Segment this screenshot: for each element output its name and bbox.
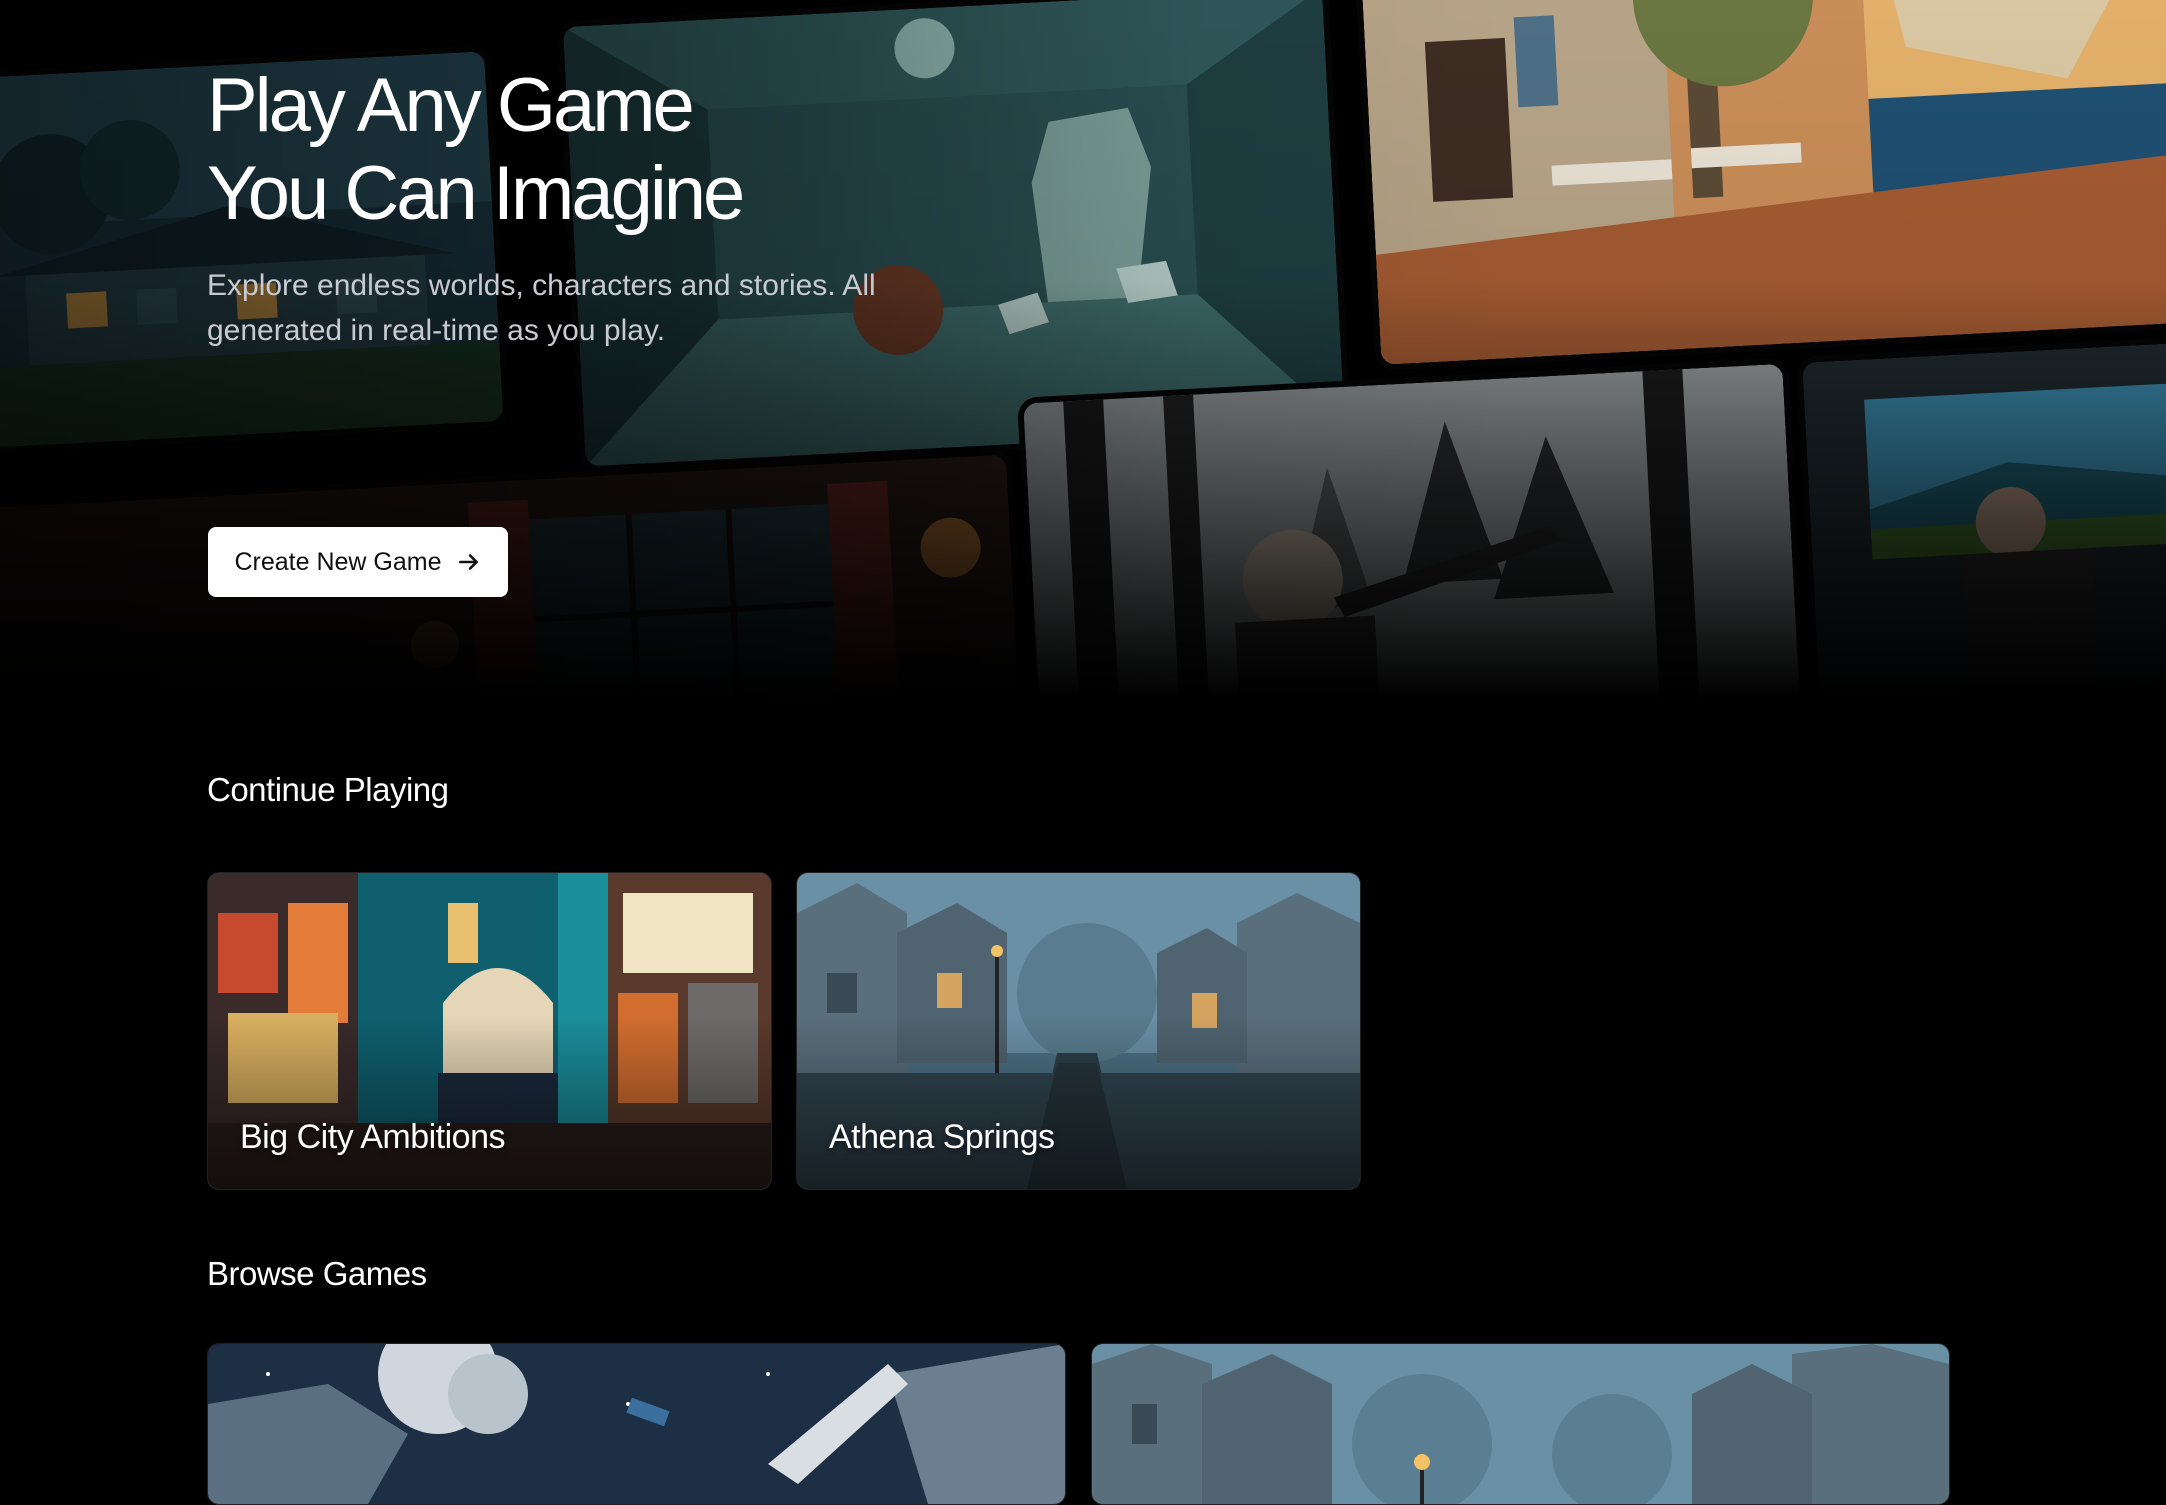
create-new-game-label: Create New Game (234, 547, 442, 576)
hero-art-lake-view (1802, 340, 2166, 700)
hero-section: Play Any Game You Can Imagine Explore en… (0, 0, 2166, 700)
browse-games-heading: Browse Games (207, 1255, 427, 1292)
hero-subtitle: Explore endless worlds, characters and s… (207, 269, 876, 347)
hero-art-forest-hunter (1023, 363, 1800, 700)
game-card-title: Athena Springs (829, 1118, 1055, 1156)
game-card-title: Big City Ambitions (240, 1118, 506, 1156)
space-scene-thumbnail (208, 1344, 1065, 1504)
create-new-game-button[interactable]: Create New Game (208, 527, 508, 597)
hero-title-line-1: Play Any Game (207, 63, 695, 148)
game-card-big-city-ambitions[interactable]: Big City Ambitions (207, 872, 772, 1190)
continue-playing-heading: Continue Playing (207, 771, 449, 808)
browse-card-athena-springs[interactable] (1091, 1343, 1950, 1505)
hero-title: Play Any Game You Can Imagine (207, 62, 1107, 238)
card-shade (208, 1015, 771, 1189)
browse-card-space[interactable] (207, 1343, 1066, 1505)
arrow-right-icon (458, 554, 478, 570)
card-shade (797, 1015, 1360, 1189)
game-card-athena-springs[interactable]: Athena Springs (796, 872, 1361, 1190)
foggy-street-thumbnail (1092, 1344, 1949, 1504)
hero-art-coastal-cafe (1360, 0, 2166, 365)
hero-title-line-2: You Can Imagine (207, 151, 745, 236)
hero-art-interior-window (0, 454, 1022, 700)
